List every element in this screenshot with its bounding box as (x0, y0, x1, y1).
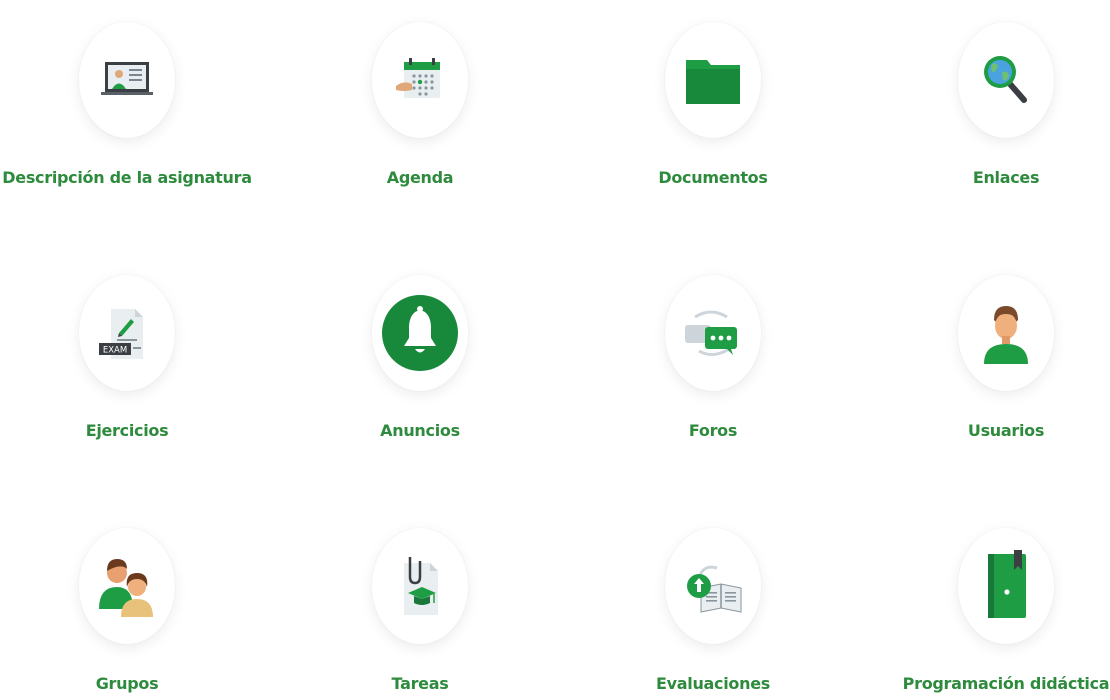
course-tools-grid: Descripción de la asignatura Agenda Docu… (0, 0, 1110, 700)
tool-enlaces[interactable]: Enlaces (876, 0, 1110, 200)
globe-magnifier-icon (958, 22, 1054, 138)
tool-label: Evaluaciones (656, 674, 770, 693)
group-icon (79, 528, 175, 644)
tool-grupos[interactable]: Grupos (0, 506, 257, 700)
tool-evaluaciones[interactable]: Evaluaciones (583, 506, 843, 700)
user-icon (958, 275, 1054, 391)
tool-label: Tareas (391, 674, 449, 693)
chat-bubbles-icon (665, 275, 761, 391)
calendar-icon (372, 22, 468, 138)
notebook-icon (958, 528, 1054, 644)
tool-label: Usuarios (967, 421, 1045, 440)
presentation-screen-icon (79, 22, 175, 138)
tool-label: Ejercicios (85, 421, 169, 440)
bell-icon (372, 275, 468, 391)
tool-label: Enlaces (972, 168, 1040, 187)
tool-descripcion[interactable]: Descripción de la asignatura (0, 0, 257, 200)
tool-foros[interactable]: Foros (583, 253, 843, 453)
exam-label: EXAM (103, 346, 127, 356)
exam-sheet-icon: EXAM (79, 275, 175, 391)
tool-programacion[interactable]: Programación didáctica (876, 506, 1110, 700)
tool-tareas[interactable]: Tareas (290, 506, 550, 700)
tool-documentos[interactable]: Documentos (583, 0, 843, 200)
evaluation-book-icon (665, 528, 761, 644)
tool-label: Agenda (386, 168, 454, 187)
tool-label: Descripción de la asignatura (2, 168, 252, 187)
tool-label: Anuncios (380, 421, 460, 440)
tool-anuncios[interactable]: Anuncios (290, 253, 550, 453)
tool-agenda[interactable]: Agenda (290, 0, 550, 200)
folder-icon (665, 22, 761, 138)
assignment-clip-icon (372, 528, 468, 644)
tool-label: Grupos (95, 674, 159, 693)
tool-label: Documentos (658, 168, 768, 187)
tool-label: Programación didáctica (902, 674, 1110, 693)
tool-ejercicios[interactable]: EXAM Ejercicios (0, 253, 257, 453)
tool-label: Foros (688, 421, 738, 440)
tool-usuarios[interactable]: Usuarios (876, 253, 1110, 453)
